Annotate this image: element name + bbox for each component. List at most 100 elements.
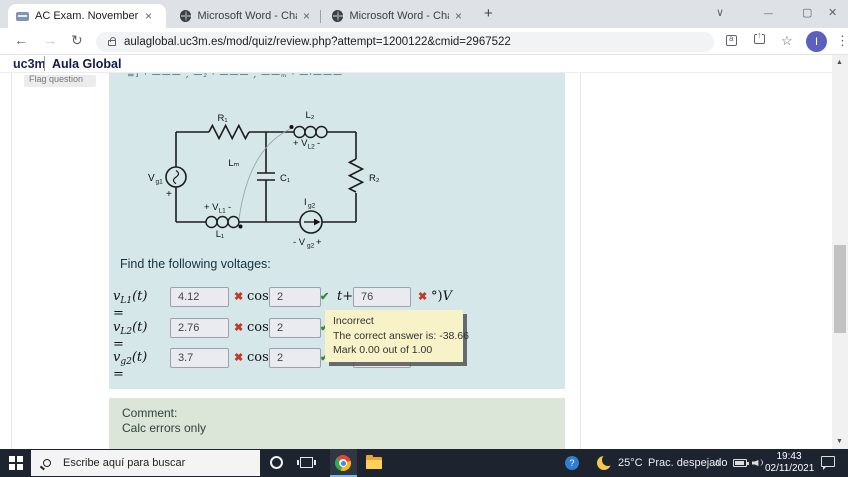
tab-search-chevron-icon[interactable]: ∨: [716, 6, 724, 19]
tab-close-icon[interactable]: ×: [303, 9, 310, 23]
search-icon: [43, 459, 51, 467]
file-explorer-icon[interactable]: [366, 455, 382, 469]
tab-close-icon[interactable]: ×: [455, 9, 462, 23]
maximize-button[interactable]: ▢: [802, 6, 812, 19]
start-button-icon[interactable]: [9, 456, 23, 470]
address-bar[interactable]: aulaglobal.uc3m.es/mod/quiz/review.php?a…: [96, 31, 714, 52]
resistor-r1: [208, 123, 250, 141]
vl1-phase-input[interactable]: [353, 287, 411, 307]
clipped-equation-text: ≡₁ · ——— , —₂ · ——— , ——ₘ · —·———: [127, 73, 344, 79]
chrome-taskbar-button[interactable]: [330, 449, 357, 477]
tray-expand-icon[interactable]: ∧: [714, 457, 721, 468]
minimize-button[interactable]: —: [764, 8, 773, 18]
label-ig2: I: [304, 197, 307, 208]
share-icon[interactable]: [754, 30, 765, 44]
browser-window: AC Exam. November 27, 2020: On × Microso…: [0, 0, 848, 477]
clock[interactable]: 19:43 02/11/2021: [765, 451, 814, 475]
forward-icon[interactable]: →: [43, 32, 57, 48]
back-icon[interactable]: ←: [14, 32, 28, 48]
tab-separator: [320, 10, 321, 23]
label-l2: L₂: [306, 110, 315, 121]
logo-divider: [44, 56, 45, 71]
action-center-icon[interactable]: [821, 456, 835, 470]
vl2-amplitude-input[interactable]: [170, 318, 229, 338]
tab-title: AC Exam. November 27, 2020: On: [35, 10, 139, 22]
l1-dot: [238, 224, 243, 229]
weather-moon-icon[interactable]: [597, 454, 614, 470]
chrome-icon: [335, 455, 351, 471]
windows-taskbar: Escribe aquí para buscar ? 25°C Prac. de…: [0, 449, 848, 477]
incorrect-icon: ✖: [234, 291, 244, 303]
word-online-favicon: [332, 10, 344, 22]
l2-dot: [289, 125, 294, 129]
find-voltages-text: Find the following voltages:: [120, 257, 271, 271]
circuit-diagram: R₁ L₂ + V L2 - C₁ R₂ Lₘ V g1 + + V L1 - …: [148, 110, 380, 250]
translate-icon[interactable]: [726, 34, 737, 46]
browser-toolbar: ← → ↻ aulaglobal.uc3m.es/mod/quiz/review…: [0, 28, 848, 55]
label-r2: R₂: [369, 173, 380, 184]
vl2-frequency-input[interactable]: [269, 318, 321, 338]
label-l1: L₁: [216, 229, 225, 240]
label-c1: C₁: [280, 173, 290, 184]
svg-text:L1: L1: [219, 208, 227, 215]
sine-symbol: [172, 169, 180, 185]
battery-icon[interactable]: [733, 459, 749, 467]
flag-question-button[interactable]: Flag question: [24, 75, 96, 87]
content-right-border: [580, 73, 581, 449]
uc3m-logo[interactable]: uc3m: [13, 57, 46, 71]
page-scrollbar[interactable]: ▲ ▼: [832, 55, 848, 449]
question-panel: ≡₁ · ——— , —₂ · ——— , ——ₘ · —·——— R₁ L₂ …: [109, 73, 565, 389]
label-r1: R₁: [217, 113, 227, 124]
unit-text: °)V: [431, 289, 452, 304]
url-text[interactable]: aulaglobal.uc3m.es/mod/quiz/review.php?a…: [124, 36, 511, 48]
scroll-down-icon[interactable]: ▼: [836, 438, 843, 445]
menu-icon[interactable]: ⋮: [836, 33, 848, 49]
site-brand[interactable]: Aula Global: [52, 57, 121, 71]
incorrect-icon: ✖: [234, 322, 244, 334]
bookmark-star-icon[interactable]: ☆: [781, 33, 793, 49]
padlock-icon[interactable]: [108, 37, 116, 46]
label-vg2: - V: [293, 237, 306, 248]
volume-icon[interactable]: [752, 457, 763, 468]
vg2-amplitude-input[interactable]: [170, 348, 229, 368]
tab-word-2[interactable]: Microsoft Word - Chapman_Exam ×: [324, 4, 470, 28]
scroll-up-icon[interactable]: ▲: [836, 59, 843, 66]
comment-panel: Comment: Calc errors only: [109, 398, 565, 449]
tooltip-correct-answer: The correct answer is: -38.66: [333, 329, 469, 342]
svg-text:g1: g1: [156, 179, 164, 186]
close-button[interactable]: ✕: [828, 6, 837, 19]
tab-title: Microsoft Word - Chapman_Exam: [349, 10, 449, 22]
svg-text:L2: L2: [308, 144, 316, 151]
vl1-label: vL1(t) =: [113, 289, 148, 321]
word-online-favicon: [180, 10, 192, 22]
vl1-frequency-input[interactable]: [269, 287, 321, 307]
cortana-icon[interactable]: [270, 456, 283, 469]
vg2-frequency-input[interactable]: [269, 348, 321, 368]
vg1-plus-sign: +: [166, 189, 172, 200]
vl1-amplitude-input[interactable]: [170, 287, 229, 307]
task-view-icon[interactable]: [297, 457, 316, 468]
svg-text:-: -: [228, 202, 231, 213]
page-content: uc3m Aula Global Flag question ≡₁ · ——— …: [0, 55, 848, 449]
vl2-label: vL2(t) =: [113, 320, 148, 352]
label-vg1: V: [148, 173, 155, 184]
profile-avatar[interactable]: I: [806, 31, 827, 52]
tab-ac-exam[interactable]: AC Exam. November 27, 2020: On ×: [8, 4, 166, 28]
taskbar-search-box[interactable]: Escribe aquí para buscar: [31, 450, 260, 476]
tab-close-icon[interactable]: ×: [145, 9, 152, 23]
scrollbar-thumb[interactable]: [834, 245, 846, 333]
reload-icon[interactable]: ↻: [71, 32, 83, 49]
get-help-icon[interactable]: ?: [565, 456, 579, 470]
svg-text:+: +: [316, 237, 322, 248]
tab-strip: AC Exam. November 27, 2020: On × Microso…: [0, 0, 848, 28]
incorrect-icon: ✖: [418, 291, 428, 303]
tab-word-1[interactable]: Microsoft Word - Chapman_Exam ×: [172, 4, 318, 28]
search-placeholder: Escribe aquí para buscar: [63, 457, 186, 469]
capacitor-c1: [257, 172, 275, 181]
aulaglobal-favicon: [16, 11, 29, 21]
temperature-text[interactable]: 25°C: [618, 457, 643, 469]
inductor-l1-coil: [205, 215, 218, 229]
content-left-border: [11, 73, 12, 449]
resistor-r2: [347, 158, 365, 193]
new-tab-button[interactable]: +: [484, 5, 493, 22]
